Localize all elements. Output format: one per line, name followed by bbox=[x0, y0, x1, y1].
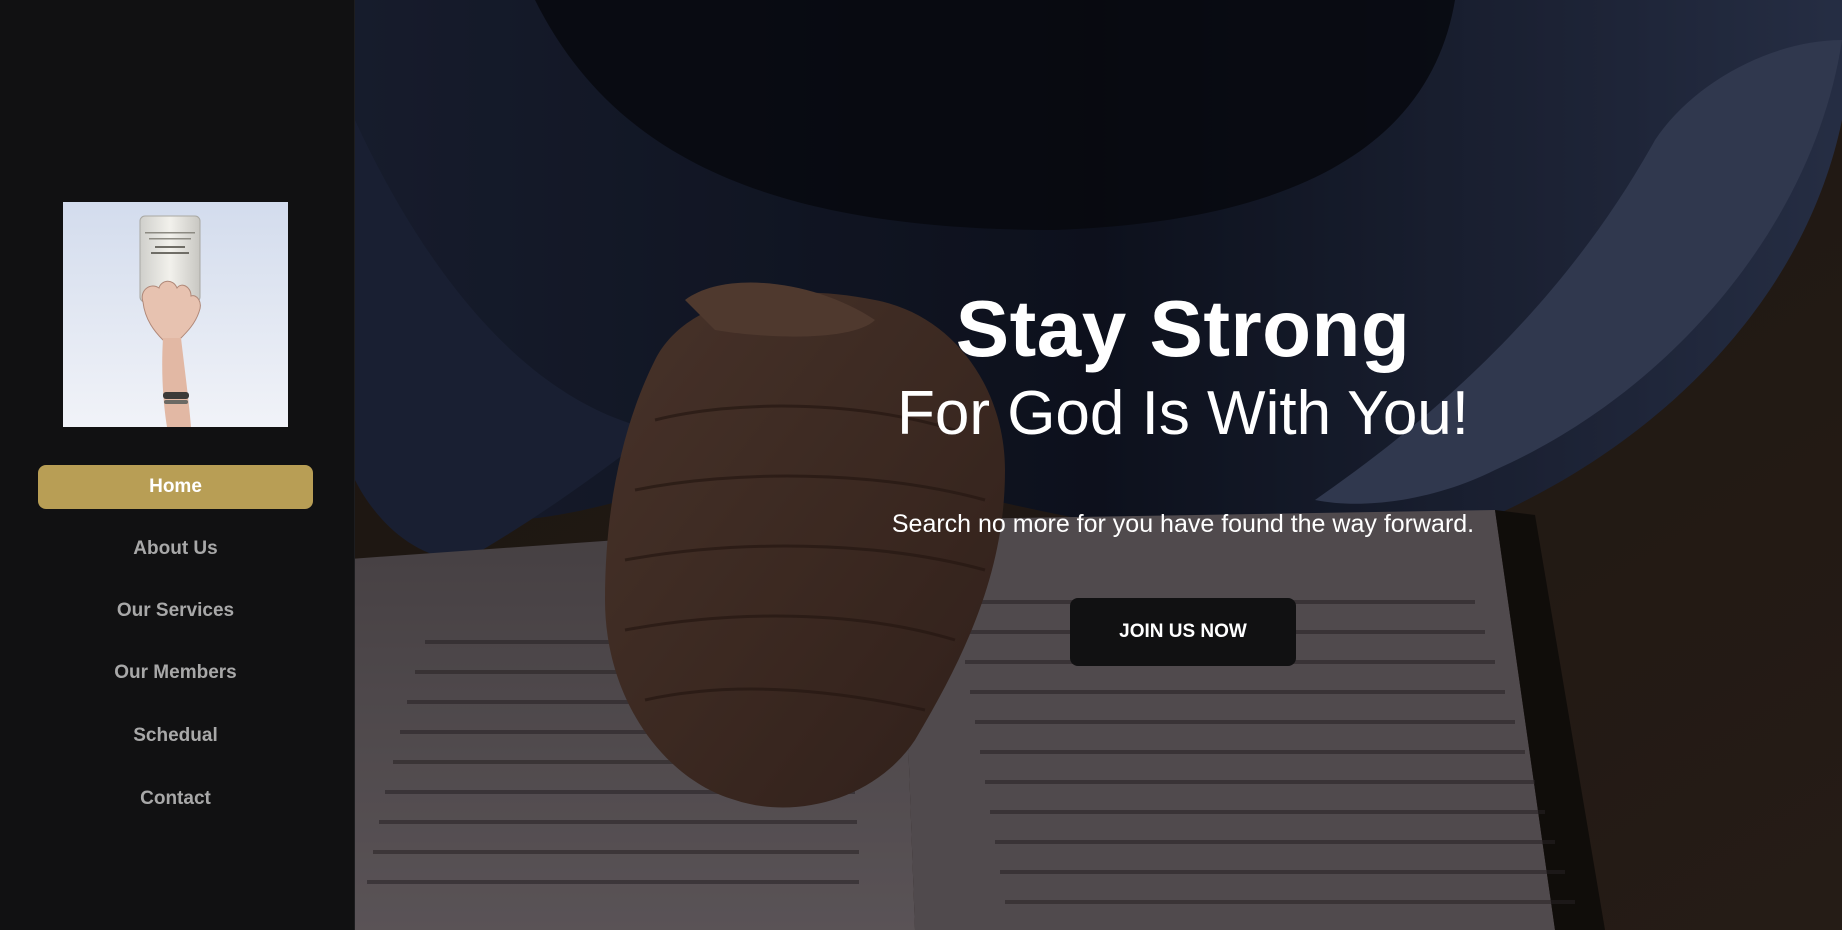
join-us-button[interactable]: JOIN US NOW bbox=[1070, 598, 1296, 666]
nav-item-home[interactable]: Home bbox=[38, 465, 313, 509]
nav-item-our-services[interactable]: Our Services bbox=[38, 589, 313, 633]
bible-hand-icon bbox=[63, 202, 288, 427]
nav-item-about-us[interactable]: About Us bbox=[38, 527, 313, 571]
logo-image[interactable] bbox=[63, 202, 288, 427]
hero-content: Stay Strong For God Is With You! Search … bbox=[803, 280, 1563, 666]
sidebar: Home About Us Our Services Our Members S… bbox=[0, 0, 355, 930]
nav-item-our-members[interactable]: Our Members bbox=[38, 651, 313, 695]
hero-subtitle: For God Is With You! bbox=[896, 379, 1470, 448]
hero-title: Stay Strong bbox=[955, 284, 1411, 373]
hero-section: Stay Strong For God Is With You! Search … bbox=[355, 0, 1842, 930]
hero-tagline: Search no more for you have found the wa… bbox=[891, 510, 1475, 538]
nav-item-schedual[interactable]: Schedual bbox=[38, 714, 313, 758]
nav-item-contact[interactable]: Contact bbox=[38, 777, 313, 821]
page: Home About Us Our Services Our Members S… bbox=[0, 0, 1842, 930]
